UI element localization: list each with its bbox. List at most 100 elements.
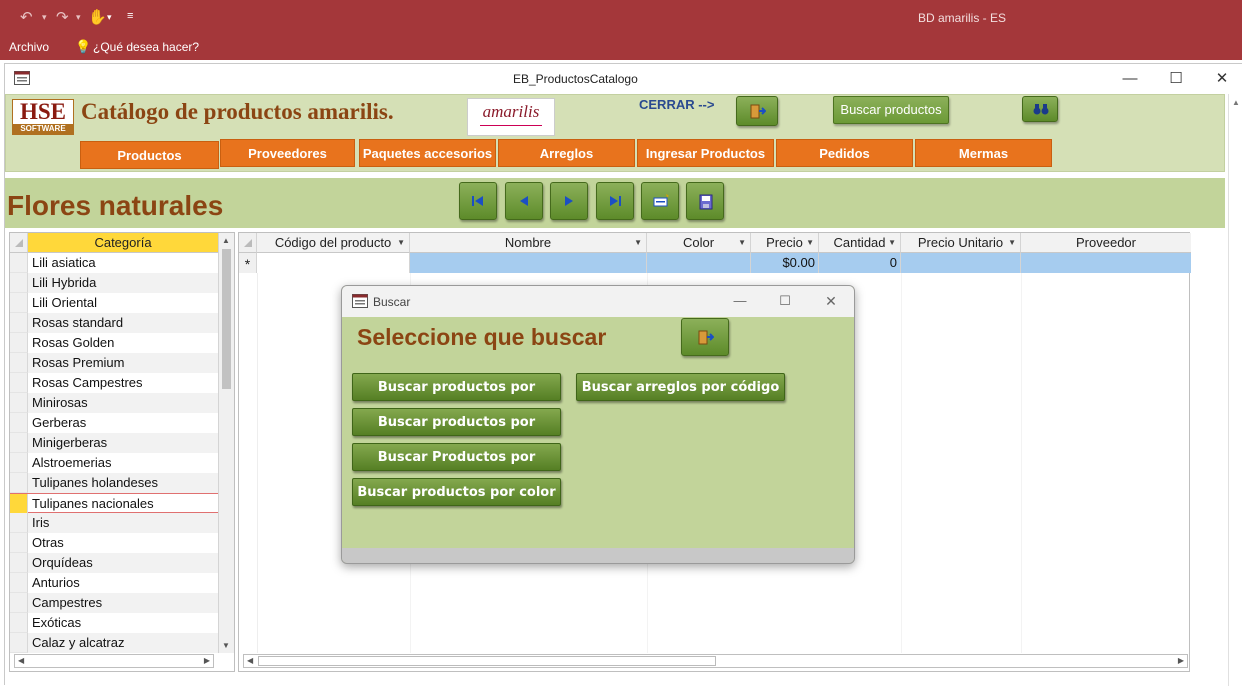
nav-paquetes-accesorios[interactable]: Paquetes accesorios — [359, 139, 496, 167]
category-item[interactable]: Otras — [10, 533, 218, 553]
record-selector[interactable] — [10, 293, 28, 313]
record-selector[interactable] — [10, 373, 28, 393]
category-item[interactable]: Tulipanes holandeses — [10, 473, 218, 493]
undo-icon[interactable]: ↶ — [20, 8, 33, 26]
category-item[interactable]: Rosas standard — [10, 313, 218, 333]
dialog-exit-button[interactable] — [681, 318, 729, 356]
record-selector[interactable] — [10, 253, 28, 273]
new-color-cell[interactable] — [647, 253, 751, 273]
col-color[interactable]: Color ▼ — [647, 233, 751, 253]
record-selector[interactable] — [10, 573, 28, 593]
category-hscroll[interactable]: ◀ ▶ — [14, 654, 214, 668]
col-precio[interactable]: Precio ▼ — [751, 233, 819, 253]
search-arrangements-by-code-button[interactable]: Buscar arreglos por código — [576, 373, 785, 401]
close-form-button[interactable] — [736, 96, 778, 126]
save-record-button[interactable] — [686, 182, 724, 220]
undo-dropdown-icon[interactable]: ▾ — [42, 12, 47, 23]
category-item[interactable]: Exóticas — [10, 613, 218, 633]
category-item[interactable]: Minirosas — [10, 393, 218, 413]
col-codigo[interactable]: Código del producto ▼ — [257, 233, 410, 253]
new-codigo-cell[interactable] — [257, 253, 410, 273]
category-item[interactable]: Minigerberas — [10, 433, 218, 453]
record-selector[interactable] — [10, 513, 28, 533]
category-item[interactable]: Gerberas — [10, 413, 218, 433]
record-selector[interactable] — [10, 533, 28, 553]
nav-ingresar-productos[interactable]: Ingresar Productos — [637, 139, 774, 167]
record-selector[interactable] — [10, 333, 28, 353]
category-item[interactable]: Lili Hybrida — [10, 273, 218, 293]
record-selector[interactable] — [10, 433, 28, 453]
select-all-cell[interactable] — [10, 233, 28, 253]
grid-hscroll-thumb[interactable] — [258, 656, 716, 666]
redo-icon[interactable]: ↷ — [56, 8, 69, 26]
scroll-thumb[interactable] — [222, 249, 231, 389]
record-selector[interactable] — [10, 553, 28, 573]
sort-filter-icon[interactable]: ▼ — [634, 233, 642, 253]
category-item[interactable]: Rosas Golden — [10, 333, 218, 353]
menu-file[interactable]: Archivo — [9, 40, 49, 54]
scroll-up-icon[interactable]: ▲ — [222, 236, 230, 245]
search-products-button[interactable]: Buscar productos — [833, 96, 949, 124]
scroll-right-icon[interactable]: ▶ — [1178, 655, 1184, 667]
chevron-down-icon[interactable]: ▼ — [738, 233, 746, 253]
search-by-class-button[interactable]: Buscar productos por clases — [352, 373, 561, 423]
record-selector[interactable] — [10, 313, 28, 333]
nav-productos[interactable]: Productos — [80, 141, 219, 169]
dialog-maximize-button[interactable]: ☐ — [770, 290, 800, 312]
col-nombre[interactable]: Nombre ▼ — [410, 233, 647, 253]
tell-me-input[interactable]: ¿Qué desea hacer? — [93, 40, 199, 54]
category-item[interactable]: Lili Oriental — [10, 293, 218, 313]
dialog-minimize-button[interactable]: — — [725, 290, 755, 312]
find-button[interactable] — [1022, 96, 1058, 122]
scroll-left-icon[interactable]: ◀ — [18, 655, 24, 667]
new-cantidad-cell[interactable]: 0 — [819, 253, 901, 273]
new-precio-unitario-cell[interactable] — [901, 253, 1021, 273]
new-precio-cell[interactable]: $0.00 — [751, 253, 819, 273]
record-selector[interactable] — [10, 453, 28, 473]
new-row-marker[interactable]: * — [239, 253, 257, 273]
category-item[interactable]: Calaz y alcatraz — [10, 633, 218, 653]
record-selector[interactable] — [10, 273, 28, 293]
category-item[interactable]: Tulipanes nacionales — [10, 493, 218, 514]
last-record-button[interactable] — [596, 182, 634, 220]
category-header[interactable]: Categoría — [28, 233, 218, 253]
search-by-name-button[interactable]: Buscar Productos por nombre — [352, 443, 561, 493]
customize-toolbar-icon[interactable]: ≡ — [127, 10, 133, 22]
chevron-down-icon[interactable]: ▼ — [397, 233, 405, 253]
record-selector[interactable] — [10, 494, 28, 514]
dialog-close-button[interactable]: ✕ — [816, 290, 846, 312]
previous-record-button[interactable] — [505, 182, 543, 220]
record-selector[interactable] — [10, 473, 28, 493]
chevron-down-icon[interactable]: ▼ — [806, 233, 814, 253]
minimize-button[interactable]: — — [1115, 68, 1145, 90]
scroll-left-icon[interactable]: ◀ — [247, 655, 253, 667]
redo-dropdown-icon[interactable]: ▾ — [76, 12, 81, 23]
record-selector[interactable] — [10, 413, 28, 433]
category-vscroll[interactable]: ▲ ▼ — [218, 233, 234, 653]
record-selector[interactable] — [10, 613, 28, 633]
new-record-button[interactable] — [641, 182, 679, 220]
category-item[interactable]: Anturios — [10, 573, 218, 593]
next-record-button[interactable] — [550, 182, 588, 220]
category-item[interactable]: Alstroemerias — [10, 453, 218, 473]
record-selector[interactable] — [10, 353, 28, 373]
touch-dropdown-icon[interactable]: ▾ — [107, 12, 112, 23]
nav-mermas[interactable]: Mermas — [915, 139, 1052, 167]
nav-arreglos[interactable]: Arreglos — [498, 139, 635, 167]
first-record-button[interactable] — [459, 182, 497, 220]
chevron-down-icon[interactable]: ▼ — [888, 233, 896, 253]
new-nombre-cell[interactable] — [410, 253, 647, 273]
col-proveedor[interactable]: Proveedor — [1021, 233, 1191, 253]
grid-select-all[interactable] — [239, 233, 257, 253]
col-precio-unitario[interactable]: Precio Unitario ▼ — [901, 233, 1021, 253]
nav-pedidos[interactable]: Pedidos — [776, 139, 913, 167]
record-selector[interactable] — [10, 633, 28, 653]
category-list[interactable]: Categoría Lili asiatica Lili Hybrida Lili … — [9, 232, 235, 672]
maximize-button[interactable]: ☐ — [1161, 68, 1191, 90]
record-selector[interactable] — [10, 393, 28, 413]
category-item[interactable]: Rosas Campestres — [10, 373, 218, 393]
scroll-right-icon[interactable]: ▶ — [204, 655, 210, 667]
col-cantidad[interactable]: Cantidad ▼ — [819, 233, 901, 253]
chevron-down-icon[interactable]: ▼ — [1008, 233, 1016, 253]
search-by-category-button[interactable]: Buscar productos por categorías — [352, 408, 561, 458]
